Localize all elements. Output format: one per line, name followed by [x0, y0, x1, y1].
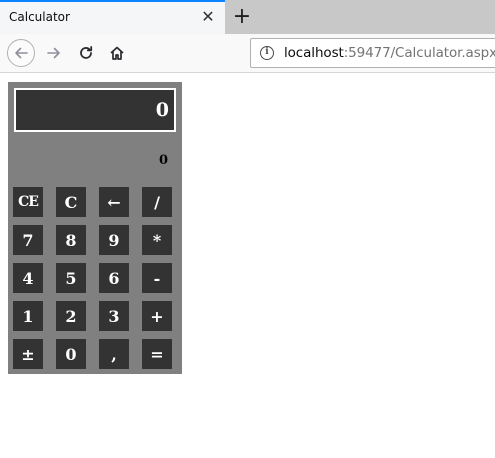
forward-arrow-icon[interactable]: [40, 39, 68, 67]
info-icon[interactable]: i: [260, 46, 274, 60]
divide-button[interactable]: /: [142, 187, 172, 217]
clear-entry-button[interactable]: CE: [13, 187, 43, 217]
digit-0-button[interactable]: 0: [56, 339, 86, 369]
add-button[interactable]: +: [142, 301, 172, 331]
calculator-panel: 0 0 CE C ← / 7 8 9 * 4 5 6 - 1 2 3 + ± 0…: [8, 82, 182, 374]
subtract-button[interactable]: -: [142, 263, 172, 293]
back-arrow-icon[interactable]: [7, 39, 35, 67]
plus-minus-button[interactable]: ±: [13, 339, 43, 369]
digit-3-button[interactable]: 3: [99, 301, 129, 331]
digit-5-button[interactable]: 5: [56, 263, 86, 293]
tab-title: Calculator: [9, 10, 70, 24]
url-text[interactable]: localhost:59477/Calculator.aspx: [284, 45, 495, 61]
navigation-bar: i localhost:59477/Calculator.aspx: [0, 34, 495, 73]
url-path: :59477/Calculator.aspx: [343, 45, 495, 61]
digit-6-button[interactable]: 6: [99, 263, 129, 293]
multiply-button[interactable]: *: [142, 225, 172, 255]
reload-icon[interactable]: [72, 39, 100, 67]
calculator-display: 0: [14, 88, 176, 132]
tab-bar: Calculator ✕ +: [0, 0, 495, 34]
url-host: localhost: [284, 45, 344, 61]
plus-icon[interactable]: +: [228, 2, 256, 32]
digit-7-button[interactable]: 7: [13, 225, 43, 255]
address-bar[interactable]: i localhost:59477/Calculator.aspx: [250, 38, 495, 68]
close-icon[interactable]: ✕: [199, 7, 217, 27]
digit-2-button[interactable]: 2: [56, 301, 86, 331]
decimal-separator-button[interactable]: ,: [99, 339, 129, 369]
backspace-button[interactable]: ←: [99, 187, 129, 217]
home-icon[interactable]: [103, 39, 131, 67]
tab-calculator[interactable]: Calculator ✕: [0, 0, 225, 34]
digit-4-button[interactable]: 4: [13, 263, 43, 293]
digit-1-button[interactable]: 1: [13, 301, 43, 331]
digit-9-button[interactable]: 9: [99, 225, 129, 255]
secondary-value-label: 0: [158, 153, 168, 168]
equals-button[interactable]: =: [142, 339, 172, 369]
clear-button[interactable]: C: [56, 187, 86, 217]
digit-8-button[interactable]: 8: [56, 225, 86, 255]
